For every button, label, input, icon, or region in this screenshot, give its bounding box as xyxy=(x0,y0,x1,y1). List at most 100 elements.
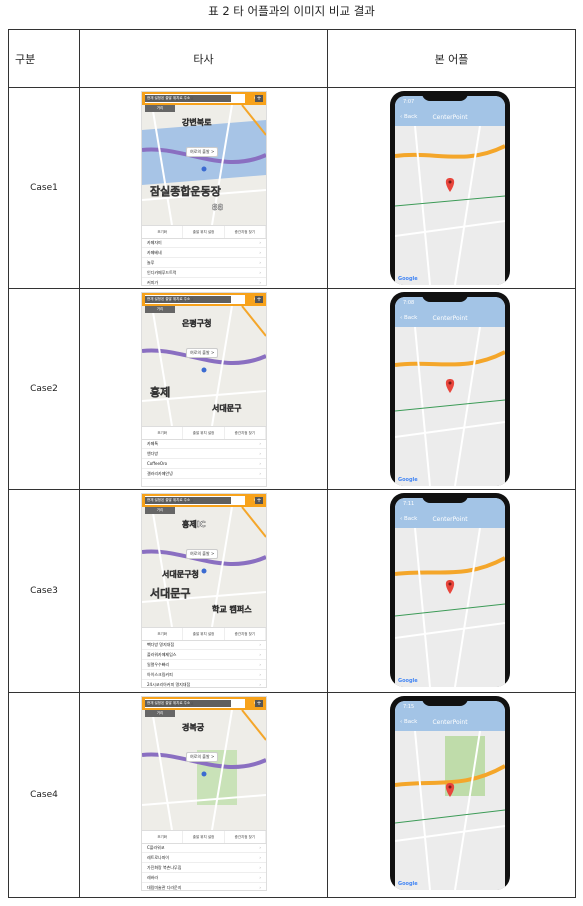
pin-tooltip[interactable]: 여로의 출발 > xyxy=(186,348,219,358)
header-category: 구분 xyxy=(8,29,80,88)
case-label: Case2 xyxy=(8,288,80,490)
list-item[interactable]: 카페베네 xyxy=(142,248,266,258)
competitor-app-screenshot: 검색할 출발지를 입력하세요 Q 홍제IC서대문구학교 캠퍼스서대문구청 현재 … xyxy=(141,493,267,688)
app-title: CenterPoint xyxy=(432,719,468,726)
case-row: Case2 검색할 출발지를 입력하세요 Q 은평구청홍제서대문구 현재 설정된… xyxy=(8,288,576,490)
pin-tooltip[interactable]: 여로의 출발 > xyxy=(186,549,219,559)
map-view[interactable] xyxy=(395,327,505,486)
list-item[interactable]: 가진화랑 북촌나무집 xyxy=(142,863,266,873)
list-item[interactable]: 갤러리카페안녕 xyxy=(142,469,266,479)
list-item[interactable]: 플라워카페제임스 xyxy=(142,650,266,660)
comparison-table: 구분 타사 본 어플 Case1 검색할 출발지를 입력하세요 Q 강변북로잠실… xyxy=(8,29,576,898)
our-app-cell: 7:11 ‹ Back CenterPoint Google xyxy=(327,489,576,693)
our-app-screenshot: 7:08 ‹ Back CenterPoint Google xyxy=(390,292,510,486)
case-label: Case3 xyxy=(8,489,80,693)
nav-bar: ‹ Back CenterPoint xyxy=(395,110,505,126)
google-logo: Google xyxy=(398,881,418,887)
map-view[interactable]: 경복궁 xyxy=(142,710,266,830)
our-app-cell: 7:08 ‹ Back CenterPoint Google xyxy=(327,288,576,490)
zoom-in-button[interactable]: + xyxy=(255,497,263,504)
phone-screen: 7:07 ‹ Back CenterPoint Google xyxy=(395,96,505,285)
result-list: 카페톡앤다방CoffeeOro갤러리카페안녕 xyxy=(142,439,266,479)
map-label: 홍제IC xyxy=(182,519,206,529)
list-item[interactable]: 카페톡 xyxy=(142,439,266,449)
list-item[interactable]: 일렬우수빠리 xyxy=(142,660,266,670)
tab-button[interactable]: 출발 위치 설정 xyxy=(183,226,225,238)
tab-button[interactable]: 조기화 xyxy=(142,226,184,238)
result-list: C플라워코레트로나파이가진화랑 북촌나무집레바라대림미술관 디라운지 xyxy=(142,843,266,890)
pin-tooltip[interactable]: 여로의 출발 > xyxy=(186,147,219,157)
nav-bar: ‹ Back CenterPoint xyxy=(395,311,505,327)
list-item[interactable]: CoffeeOro xyxy=(142,459,266,469)
case-row: Case1 검색할 출발지를 입력하세요 Q 강변북로잠실종합운동장88 현재 … xyxy=(8,87,576,289)
map-label: 학교 캠퍼스 xyxy=(212,604,252,614)
list-item[interactable]: 레트로나파이 xyxy=(142,853,266,863)
action-tabs: 조기화 출발 위치 설정 중간지점 찾기 xyxy=(142,830,266,844)
action-tabs: 조기화 출발 위치 설정 중간지점 찾기 xyxy=(142,627,266,641)
list-item[interactable]: 빽다방 명지대점 xyxy=(142,640,266,650)
nav-bar: ‹ Back CenterPoint xyxy=(395,512,505,528)
distance-chip[interactable]: 거리 xyxy=(145,105,175,112)
status-time: 7:08 xyxy=(403,300,415,306)
zoom-in-button[interactable]: + xyxy=(255,700,263,707)
result-list: 카페자미카페베네놀루인디카페푸드트럭커피가 xyxy=(142,238,266,285)
map-label: 서대문구 xyxy=(150,586,190,600)
header-competitor: 타사 xyxy=(79,29,328,88)
tab-button[interactable]: 조기화 xyxy=(142,427,184,439)
competitor-cell: 검색할 출발지를 입력하세요 Q 경복궁 현재 설정된 출발 위치로 주소 + … xyxy=(79,692,328,898)
distance-chip[interactable]: 거리 xyxy=(145,507,175,514)
tab-button[interactable]: 조기화 xyxy=(142,628,184,640)
phone-notch xyxy=(422,696,468,706)
zoom-in-button[interactable]: + xyxy=(255,95,263,102)
tab-button[interactable]: 중간지점 찾기 xyxy=(225,628,266,640)
list-item[interactable]: 레바라 xyxy=(142,873,266,883)
list-item[interactable]: 커피가 xyxy=(142,278,266,285)
list-item[interactable]: 인디카페푸드트럭 xyxy=(142,268,266,278)
tab-button[interactable]: 중간지점 찾기 xyxy=(225,427,266,439)
tab-button[interactable]: 출발 위치 설정 xyxy=(183,427,225,439)
list-item[interactable]: 대림미술관 디라운지 xyxy=(142,883,266,890)
map-view[interactable]: 홍제IC 서대문구학교 캠퍼스 서대문구청 xyxy=(142,507,266,627)
map-view[interactable] xyxy=(395,731,505,890)
list-item[interactable]: 놀루 xyxy=(142,258,266,268)
location-banner: 현재 설정된 출발 위치로 주소 xyxy=(145,95,231,102)
map-label: 홍제 xyxy=(150,385,170,399)
list-item[interactable]: 카페자미 xyxy=(142,238,266,248)
list-item[interactable]: 앤다방 xyxy=(142,449,266,459)
map-view[interactable]: 강변북로잠실종합운동장 88 xyxy=(142,105,266,225)
distance-chip[interactable]: 거리 xyxy=(145,306,175,313)
list-item[interactable]: C플라워코 xyxy=(142,843,266,853)
tab-button[interactable]: 중간지점 찾기 xyxy=(225,226,266,238)
list-item[interactable]: 24시코리아커피 명지대점 xyxy=(142,680,266,687)
pin-tooltip[interactable]: 여로의 출발 > xyxy=(186,752,219,762)
our-app-screenshot: 7:11 ‹ Back CenterPoint Google xyxy=(390,493,510,687)
map-view[interactable]: 은평구청홍제서대문구 xyxy=(142,306,266,426)
tab-button[interactable]: 조기화 xyxy=(142,831,184,843)
phone-screen: 7:11 ‹ Back CenterPoint Google xyxy=(395,498,505,687)
map-label: 88 xyxy=(212,203,224,212)
map-pin xyxy=(201,771,207,777)
our-app-screenshot: 7:07 ‹ Back CenterPoint Google xyxy=(390,91,510,285)
map-label: 강변북로 xyxy=(182,117,212,127)
map-view[interactable] xyxy=(395,528,505,687)
table-caption: 표 2 타 어플과의 이미지 비교 결과 xyxy=(208,4,375,18)
status-time: 7:11 xyxy=(403,501,415,507)
tab-button[interactable]: 중간지점 찾기 xyxy=(225,831,266,843)
competitor-cell: 검색할 출발지를 입력하세요 Q 강변북로잠실종합운동장88 현재 설정된 출발… xyxy=(79,87,328,289)
competitor-app-screenshot: 검색할 출발지를 입력하세요 Q 경복궁 현재 설정된 출발 위치로 주소 + … xyxy=(141,696,267,891)
map-view[interactable] xyxy=(395,126,505,285)
list-item[interactable]: 아이스크림커피 xyxy=(142,670,266,680)
tab-button[interactable]: 출발 위치 설정 xyxy=(183,831,225,843)
action-tabs: 조기화 출발 위치 설정 중간지점 찾기 xyxy=(142,426,266,440)
case-row: Case3 검색할 출발지를 입력하세요 Q 홍제IC서대문구학교 캠퍼스서대문… xyxy=(8,489,576,693)
google-logo: Google xyxy=(398,477,418,483)
distance-chip[interactable]: 거리 xyxy=(145,710,175,717)
phone-screen: 7:08 ‹ Back CenterPoint Google xyxy=(395,297,505,486)
zoom-in-button[interactable]: + xyxy=(255,296,263,303)
case-label: Case1 xyxy=(8,87,80,289)
nav-bar: ‹ Back CenterPoint xyxy=(395,715,505,731)
status-time: 7:07 xyxy=(403,99,415,105)
tab-button[interactable]: 출발 위치 설정 xyxy=(183,628,225,640)
header-row: 구분 타사 본 어플 xyxy=(8,29,576,88)
action-tabs: 조기화 출발 위치 설정 중간지점 찾기 xyxy=(142,225,266,239)
